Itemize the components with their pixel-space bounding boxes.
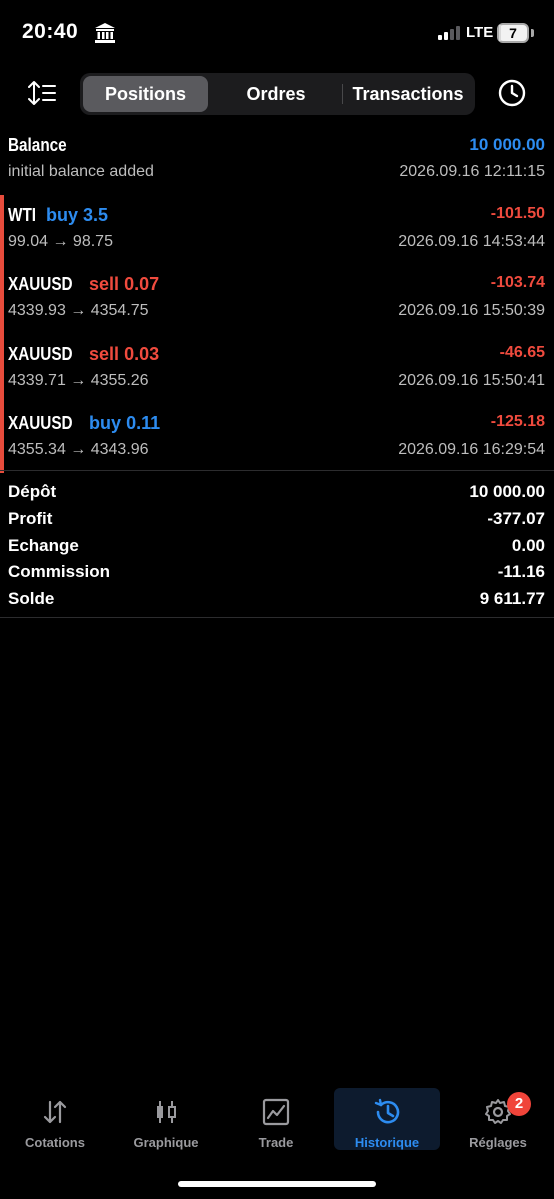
history-list: Balance initial balance added 10 000.00 … (0, 125, 554, 473)
total-label: Echange (8, 535, 79, 555)
tab-positions[interactable]: Positions (83, 76, 208, 112)
trade-prices: 4355.34 → 4343.96 (8, 441, 149, 458)
divider (0, 470, 554, 471)
quotes-arrows-icon (43, 1100, 67, 1124)
tab-label: Graphique (133, 1135, 199, 1150)
status-bar: 20:40 LTE 7 (0, 0, 554, 64)
tab-label: Trade (258, 1135, 294, 1150)
tab-transactions[interactable]: Transactions (344, 76, 472, 112)
trade-date: 2026.09.16 15:50:41 (398, 371, 545, 389)
table-row[interactable]: XAUUSD sell 0.03 4339.71 → 4355.26 -46.6… (0, 333, 554, 403)
tab-label: Réglages (469, 1135, 527, 1150)
total-row-profit: Profit -377.07 (0, 505, 554, 532)
clock-icon[interactable] (497, 78, 527, 108)
total-value: -377.07 (487, 508, 545, 528)
trade-type: sell (89, 343, 120, 364)
tab-label: Cotations (25, 1135, 85, 1150)
trade-profit: -103.74 (490, 274, 545, 291)
balance-date: 2026.09.16 12:11:15 (399, 163, 545, 180)
tab-cotations[interactable]: Cotations (2, 1088, 108, 1150)
trade-symbol: WTI (8, 204, 37, 225)
balance-label: Balance (8, 135, 67, 155)
loss-accent-bar (0, 194, 4, 264)
tab-historique[interactable]: Historique (334, 1088, 440, 1150)
trade-volume: 3.5 (83, 204, 109, 225)
trade-profit: -101.50 (490, 204, 545, 222)
signal-icon (438, 26, 460, 40)
trade-type: buy (46, 204, 79, 225)
trade-type: buy (89, 413, 122, 433)
home-indicator[interactable] (178, 1181, 376, 1187)
total-value: 9 611.77 (479, 589, 545, 609)
loss-accent-bar (0, 403, 4, 473)
total-row-echange: Echange 0.00 (0, 532, 554, 559)
balance-amount: 10 000.00 (469, 135, 545, 154)
trade-date: 2026.09.16 14:53:44 (398, 232, 545, 250)
trade-date: 2026.09.16 15:50:39 (398, 302, 545, 319)
trade-profit: -125.18 (490, 413, 545, 430)
divider (0, 617, 554, 618)
history-segmented-control: Positions Ordres Transactions (80, 73, 475, 115)
total-label: Profit (8, 508, 53, 528)
trade-title: XAUUSD buy 0.11 (8, 413, 160, 434)
battery-tip (531, 29, 534, 37)
trade-profit: -46.65 (499, 343, 545, 361)
tab-label: Historique (354, 1135, 420, 1150)
loss-accent-bar (0, 333, 4, 403)
total-row-commission: Commission -11.16 (0, 558, 554, 585)
candlestick-icon (157, 1101, 176, 1123)
loss-accent-bar (0, 264, 4, 334)
table-row[interactable]: WTI buy 3.5 99.04 → 98.75 -101.50 2026.0… (0, 194, 554, 264)
trade-prices: 4339.71 → 4355.26 (8, 371, 149, 389)
total-label: Commission (8, 562, 111, 582)
battery-icon: 7 (497, 23, 529, 43)
battery-level: 7 (509, 25, 517, 41)
tab-ordres[interactable]: Ordres (211, 76, 341, 112)
trade-date: 2026.09.16 16:29:54 (398, 441, 545, 458)
balance-title: Balance (8, 135, 77, 156)
status-time: 20:40 (22, 20, 79, 43)
tab-reglages[interactable]: 2 Réglages (445, 1088, 551, 1150)
total-label: Dépôt (8, 482, 57, 501)
total-value: 0.00 (511, 535, 545, 555)
trade-title: XAUUSD sell 0.03 (8, 344, 159, 365)
tab-trade[interactable]: Trade (223, 1088, 329, 1150)
total-value: -11.16 (497, 562, 545, 582)
table-row[interactable]: XAUUSD sell 0.07 4339.93 → 4354.75 -103.… (0, 264, 554, 334)
trade-volume: 0.07 (124, 274, 160, 294)
sort-icon[interactable] (28, 80, 58, 106)
trade-prices: 4339.93 → 4354.75 (8, 302, 149, 319)
total-row-depot: Dépôt 10 000.00 (0, 478, 554, 505)
trade-title: XAUUSD sell 0.07 (8, 274, 159, 295)
trade-chart-icon (262, 1098, 290, 1126)
table-row[interactable]: XAUUSD buy 0.11 4355.34 → 4343.96 -125.1… (0, 403, 554, 473)
trade-volume: 0.11 (126, 413, 161, 433)
total-label: Solde (8, 589, 55, 609)
trade-symbol: XAUUSD (8, 343, 73, 364)
trade-volume: 0.03 (124, 343, 160, 364)
bottom-tab-bar: Cotations Graphique Trade Historique 2 R… (0, 1088, 554, 1158)
totals-summary: Dépôt 10 000.00 Profit -377.07 Echange 0… (0, 478, 554, 612)
tab-graphique[interactable]: Graphique (113, 1088, 219, 1150)
trade-title: WTI buy 3.5 (8, 205, 108, 226)
history-icon (374, 1098, 400, 1124)
segment-divider (342, 84, 343, 104)
trade-symbol: XAUUSD (8, 413, 73, 433)
trade-type: sell (89, 274, 120, 294)
total-value: 10 000.00 (469, 482, 545, 501)
total-row-solde: Solde 9 611.77 (0, 585, 554, 612)
trade-symbol: XAUUSD (8, 274, 73, 294)
notification-badge: 2 (507, 1092, 531, 1116)
balance-row[interactable]: Balance initial balance added 10 000.00 … (0, 125, 554, 195)
bank-icon (95, 23, 115, 43)
trade-prices: 99.04 → 98.75 (8, 232, 113, 250)
balance-note: initial balance added (8, 163, 154, 180)
network-label: LTE (466, 24, 494, 41)
